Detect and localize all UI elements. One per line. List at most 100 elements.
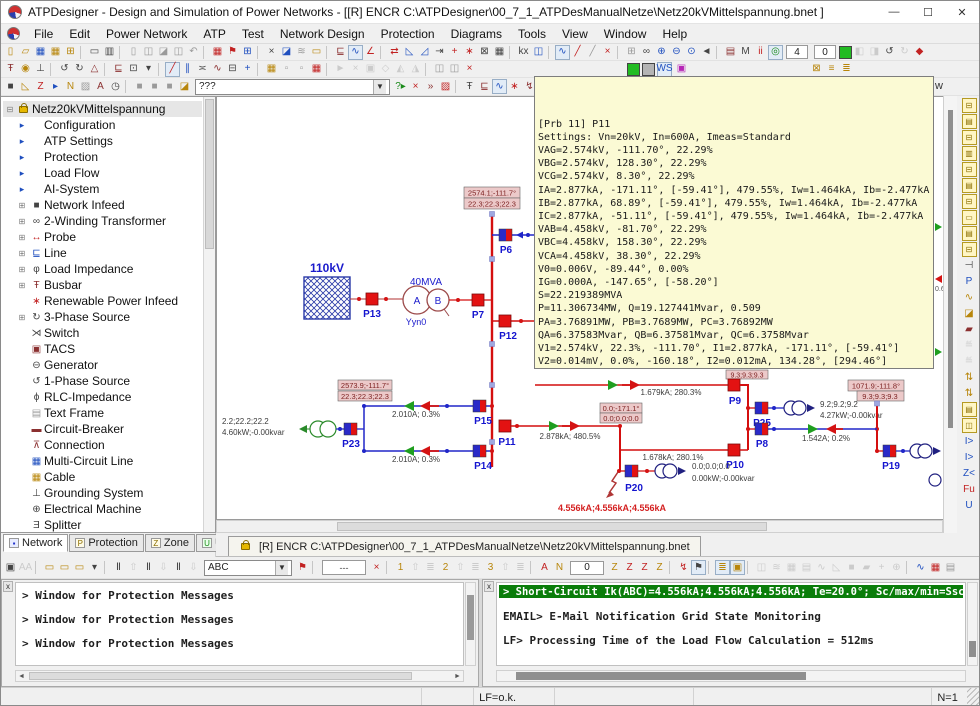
load-p20-transformer[interactable] bbox=[655, 464, 686, 478]
state-gray-swatch[interactable] bbox=[642, 63, 655, 76]
probe-p23[interactable]: P23 bbox=[342, 423, 360, 450]
canvas-horizontal-scrollbar[interactable] bbox=[216, 520, 943, 533]
probe-p14[interactable]: P14 bbox=[473, 445, 492, 472]
scroll-right-icon[interactable]: ► bbox=[452, 673, 463, 680]
chart-mini-icon[interactable]: ◺ bbox=[18, 79, 33, 94]
up1-icon[interactable]: ⇧ bbox=[408, 560, 423, 575]
grid-gray-icon[interactable]: ▦ bbox=[784, 560, 799, 575]
chart-a-icon[interactable]: ◺ bbox=[402, 45, 417, 60]
duplicate-icon[interactable]: ◫ bbox=[171, 45, 186, 60]
clock-icon[interactable]: ◷ bbox=[108, 79, 123, 94]
clear-x-icon[interactable]: × bbox=[369, 560, 384, 575]
clean-icon[interactable]: ◆ bbox=[912, 45, 927, 60]
osd3-icon[interactable]: ▭ bbox=[72, 560, 87, 575]
table-end-icon[interactable]: ▤ bbox=[943, 560, 958, 575]
plus-icon[interactable]: + bbox=[447, 45, 462, 60]
print-preview-icon[interactable]: ▥ bbox=[102, 45, 117, 60]
mirror-v-icon[interactable]: ◭ bbox=[393, 62, 408, 77]
probe-p8[interactable]: P8 bbox=[755, 423, 769, 450]
save-icon[interactable]: ▦ bbox=[33, 45, 48, 60]
tree-item-generator[interactable]: ⊖ Generator bbox=[3, 357, 202, 373]
list-edit-icon[interactable]: ≡ bbox=[824, 62, 839, 77]
copy-net-icon[interactable]: ◫ bbox=[432, 62, 447, 77]
close-button[interactable]: ✕ bbox=[945, 1, 979, 23]
tree-item-1-phase-source[interactable]: ↺ 1-Phase Source bbox=[3, 373, 202, 389]
clipboard-icon[interactable]: ▣ bbox=[674, 62, 689, 77]
phase-c-icon[interactable]: Ⅱ bbox=[171, 560, 186, 575]
dashed-icon[interactable]: ≍ bbox=[195, 62, 210, 77]
osd2-icon[interactable]: ▭ bbox=[57, 560, 72, 575]
bus-tool-1-icon[interactable]: ⊟ bbox=[962, 98, 977, 113]
bus-tool-10-icon[interactable]: ⊟ bbox=[962, 242, 977, 257]
meas2-icon[interactable]: ≝ bbox=[962, 354, 977, 369]
minimize-button[interactable]: — bbox=[877, 1, 911, 23]
node-tool-icon[interactable]: ◉ bbox=[18, 62, 33, 77]
probe-p15[interactable]: P15 bbox=[473, 400, 492, 427]
zoom-in-icon[interactable]: ⊕ bbox=[654, 45, 669, 60]
short-circuit-result-line[interactable]: > Short-Circuit Ik(ABC)=4.556kA;4.556kA;… bbox=[499, 585, 963, 598]
bus-tool-4-icon[interactable]: ▥ bbox=[962, 146, 977, 161]
play-mini-icon[interactable]: ▸ bbox=[48, 79, 63, 94]
tree-item-connection[interactable]: ⊼ Connection bbox=[3, 437, 202, 453]
run-help-icon[interactable]: ?▸ bbox=[393, 79, 408, 94]
bar-gray-icon[interactable]: ▰ bbox=[859, 560, 874, 575]
probe-p12[interactable]: P12 bbox=[499, 315, 517, 342]
menu-edit[interactable]: Edit bbox=[61, 24, 98, 43]
palette-icon[interactable]: ◪ bbox=[177, 79, 192, 94]
menu-tools[interactable]: Tools bbox=[510, 24, 554, 43]
parallel-icon[interactable]: ∥ bbox=[180, 62, 195, 77]
zoom-gray-icon[interactable]: ⊕ bbox=[889, 560, 904, 575]
probe-p9[interactable]: P9 bbox=[728, 379, 742, 407]
tab-zone[interactable]: Z Zone bbox=[145, 534, 195, 552]
z1-icon[interactable]: Z bbox=[607, 560, 622, 575]
flag-red-icon[interactable]: ⚑ bbox=[295, 560, 310, 575]
draw-line-icon[interactable]: ╱ bbox=[165, 62, 180, 77]
down-c-icon[interactable]: ⇩ bbox=[186, 560, 201, 575]
members-icon[interactable]: ii bbox=[753, 45, 768, 60]
tree-item-electrical-machine[interactable]: ⊕ Electrical Machine bbox=[3, 501, 202, 517]
cl-icon[interactable]: ▫ bbox=[294, 62, 309, 77]
table-icon[interactable]: ▦ bbox=[492, 45, 507, 60]
z3-icon[interactable]: Z bbox=[637, 560, 652, 575]
chart-e-icon[interactable]: ⊑ bbox=[333, 45, 348, 60]
chart-e2-icon[interactable]: ⊑ bbox=[477, 79, 492, 94]
tree-item-tacs[interactable]: ▣ TACS bbox=[3, 341, 202, 357]
chart-select-icon[interactable]: ∠ bbox=[363, 45, 378, 60]
menu-diagrams[interactable]: Diagrams bbox=[443, 24, 510, 43]
bus-tool-5-icon[interactable]: ⊟ bbox=[962, 162, 977, 177]
simulation-messages-body[interactable]: > Short-Circuit Ik(ABC)=4.556kA;4.556kA;… bbox=[496, 582, 966, 666]
tree-item-splitter[interactable]: Ǝ Splitter bbox=[3, 517, 202, 533]
tree-item-rlc-impedance[interactable]: ϕ RLC-Impedance bbox=[3, 389, 202, 405]
report-calendar-icon[interactable]: ▦ bbox=[210, 45, 225, 60]
close-icon[interactable]: x bbox=[3, 581, 13, 592]
menu-help[interactable]: Help bbox=[654, 24, 695, 43]
down-b-icon[interactable]: ⇩ bbox=[156, 560, 171, 575]
rotate-cw-icon[interactable]: ↻ bbox=[72, 62, 87, 77]
line-draw-icon[interactable]: ╱ bbox=[570, 45, 585, 60]
load-p19-transformer[interactable] bbox=[910, 444, 941, 458]
frame2-icon[interactable]: ▣ bbox=[3, 560, 18, 575]
chevron-down-icon[interactable]: ▼ bbox=[373, 80, 386, 94]
zoom-window-icon[interactable]: ⊙ bbox=[684, 45, 699, 60]
tree-item-ai-system[interactable]: ▸ AI-System bbox=[3, 181, 202, 197]
probe-p-icon[interactable]: P bbox=[962, 274, 977, 289]
undo-icon[interactable]: ↶ bbox=[186, 45, 201, 60]
text-a-icon[interactable]: A bbox=[93, 79, 108, 94]
probe-p7[interactable]: P7 bbox=[472, 294, 485, 321]
chart-p3-icon[interactable]: ▰ bbox=[962, 322, 977, 337]
z4-icon[interactable]: Z bbox=[652, 560, 667, 575]
expand-icon[interactable]: ⊞ bbox=[15, 249, 29, 258]
matrix-icon[interactable]: ⊠ bbox=[477, 45, 492, 60]
bus-tool-9-icon[interactable]: ▤ bbox=[962, 226, 977, 241]
save-tree-icon[interactable]: ⊞ bbox=[63, 45, 78, 60]
swatch2-icon[interactable]: ■ bbox=[147, 79, 162, 94]
mirror-icon[interactable]: △ bbox=[87, 62, 102, 77]
menu-protection[interactable]: Protection bbox=[373, 24, 443, 43]
font-icon[interactable]: AA bbox=[18, 560, 33, 575]
clr-icon[interactable]: ▦ bbox=[309, 62, 324, 77]
tab-protection[interactable]: P Protection bbox=[69, 534, 144, 552]
probe-p19[interactable]: P19 bbox=[882, 445, 900, 472]
rotate-right-icon[interactable]: ↻ bbox=[897, 45, 912, 60]
probe-tap-icon[interactable]: ⊣ bbox=[962, 258, 977, 273]
tree-item-probe[interactable]: ⊞ ↔ Probe bbox=[3, 229, 202, 245]
